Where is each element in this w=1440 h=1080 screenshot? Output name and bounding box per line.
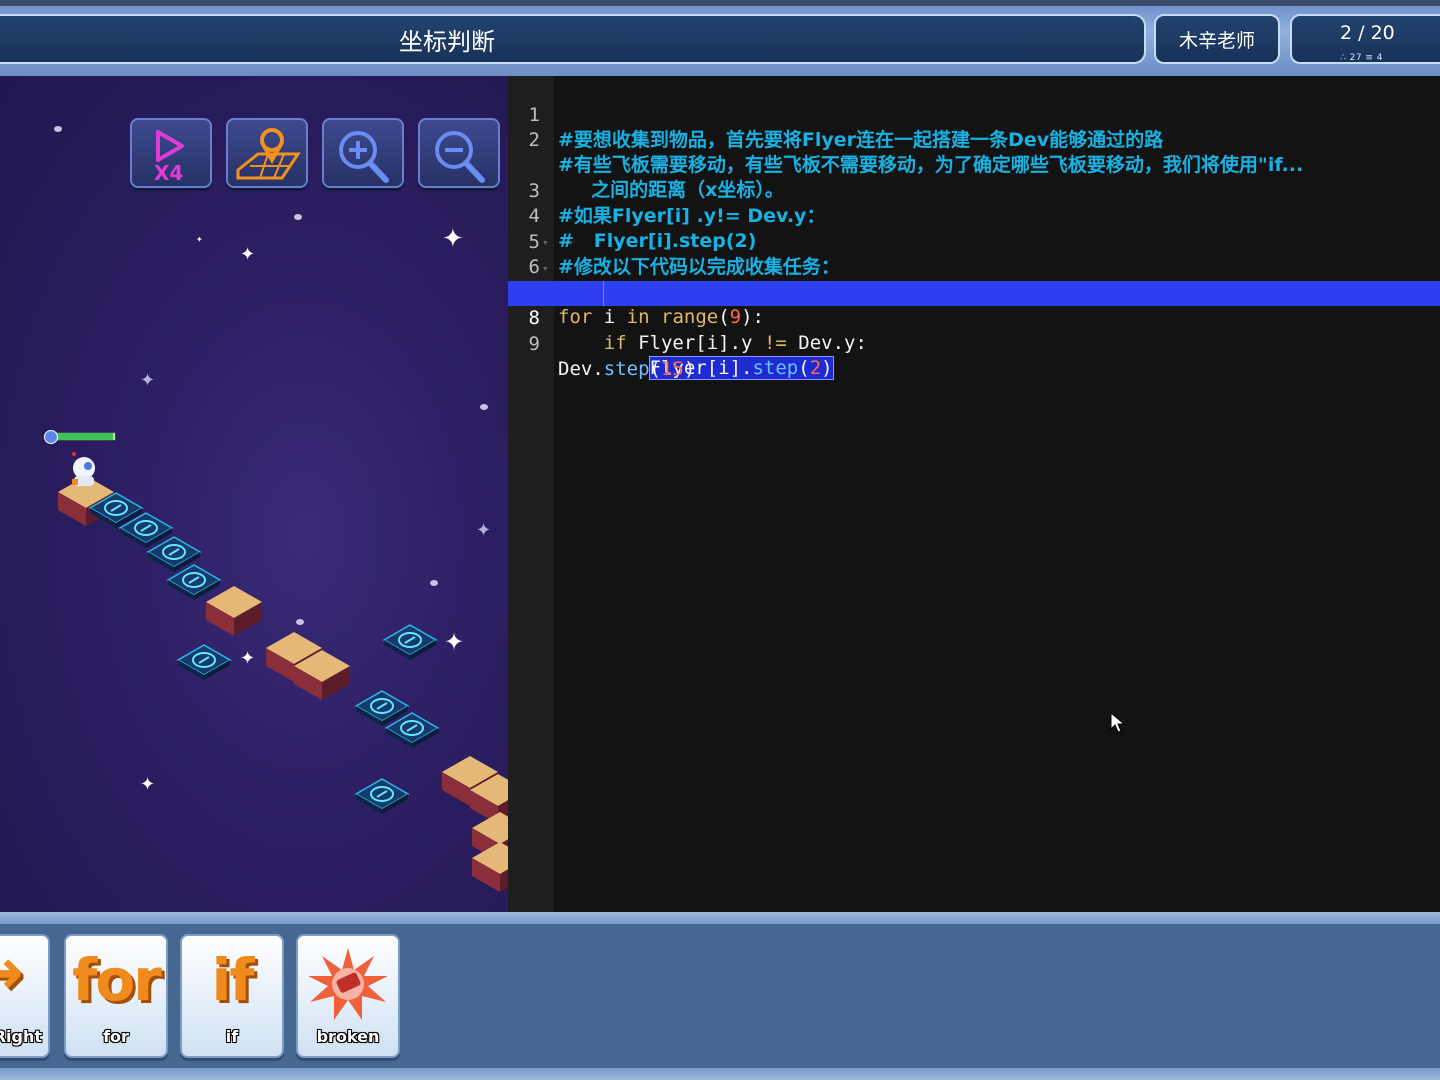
level-title-banner: 坐标判断 — [0, 14, 1146, 64]
ground-tile — [472, 842, 508, 892]
fold-arrow-icon[interactable]: ▾ — [542, 256, 549, 281]
code-text: if Flyer[i].y != Dev.y: — [603, 332, 867, 354]
code-line-highlighted[interactable]: 8 Flyer[i].step(2) — [508, 281, 1440, 380]
code-line[interactable]: 3 #如果Flyer[i] .y!= Dev.y： — [508, 154, 1440, 227]
flyer-platform — [177, 644, 231, 681]
code-block-toolbar: → Right for for if if broken — [0, 912, 1440, 1080]
ground-tile — [206, 586, 262, 636]
code-line[interactable]: 6 ▾ for i in range(9): — [508, 230, 1440, 328]
card-label: Right — [0, 1027, 42, 1046]
card-label: for — [103, 1027, 129, 1046]
if-command-card[interactable]: if if — [180, 934, 284, 1058]
indent-guide — [556, 281, 604, 306]
card-label: broken — [316, 1027, 380, 1046]
code-line[interactable]: 9 Dev.step(15) — [508, 307, 1440, 380]
fold-arrow-icon[interactable]: ▾ — [542, 230, 549, 255]
teacher-name: 木辛老师 — [1178, 29, 1255, 52]
code-editor[interactable]: 1 #要想收集到物品，首先要将Flyer连在一起搭建一条Dev能够通过的路 2 … — [508, 76, 1440, 912]
mouse-pointer-icon — [1110, 712, 1126, 733]
card-label: if — [225, 1027, 239, 1046]
level-progress[interactable]: 2 / 20 ∴ 27 ≡ 4 — [1290, 14, 1440, 64]
dev-robot-character — [72, 452, 95, 486]
flyer-platform — [355, 778, 409, 815]
level-title: 坐标判断 — [399, 27, 495, 56]
explosion-icon — [308, 948, 388, 1020]
code-line[interactable]: 5 #修改以下代码以完成收集任务： — [508, 205, 1440, 278]
line-number: 9 — [528, 333, 540, 355]
top-bar: 坐标判断 木辛老师 2 / 20 ∴ 27 ≡ 4 — [0, 0, 1440, 76]
for-command-card[interactable]: for for — [64, 934, 168, 1058]
code-line-wrapped[interactable]: 之间的距离（x坐标）。 — [508, 128, 1440, 201]
code-line[interactable]: 4 # Flyer[i].step(2) — [508, 179, 1440, 252]
flyer-platform — [383, 624, 437, 661]
code-line[interactable]: 7 ▾ if Flyer[i].y != Dev.y: — [508, 256, 1440, 354]
isometric-world — [58, 452, 508, 892]
code-text: Dev.step(15) — [558, 358, 696, 380]
game-canvas[interactable]: ✦ ✦ ✦ ✦ ✦ ✦ ✦ ✦ X4 — [0, 76, 508, 912]
broken-command-card[interactable]: broken — [296, 934, 400, 1058]
for-glyph: for — [72, 946, 162, 1014]
level-stats: ∴ 27 ≡ 4 — [1340, 53, 1384, 63]
if-glyph: if — [211, 946, 254, 1014]
code-line[interactable]: 2 #有些飞板需要移动，有些飞板不需要移动，为了确定哪些飞板要移动，我们将使用"… — [508, 103, 1440, 176]
code-line[interactable]: 1 #要想收集到物品，首先要将Flyer连在一起搭建一条Dev能够通过的路 — [508, 78, 1440, 151]
right-arrow-icon: → — [0, 936, 48, 1010]
right-command-card[interactable]: → Right — [0, 934, 50, 1058]
teacher-badge[interactable]: 木辛老师 — [1154, 14, 1280, 64]
level-counter: 2 / 20 — [1340, 22, 1395, 44]
